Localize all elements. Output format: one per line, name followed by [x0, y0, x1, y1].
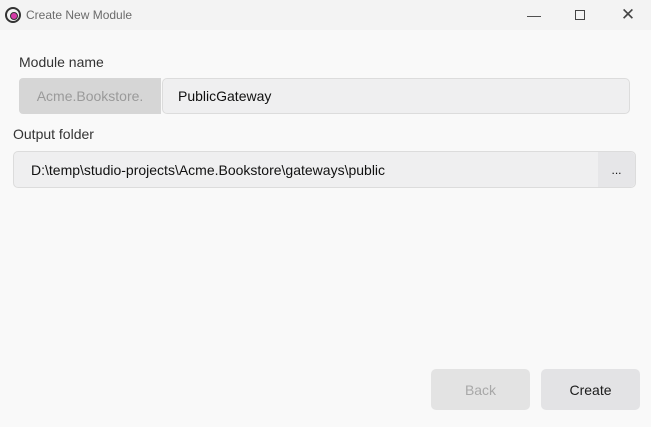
maximize-icon	[575, 10, 585, 20]
window-title: Create New Module	[26, 8, 133, 22]
maximize-button[interactable]	[557, 0, 603, 30]
close-button[interactable]: ✕	[605, 0, 651, 30]
browse-button[interactable]: ...	[598, 152, 635, 187]
back-button[interactable]: Back	[431, 369, 530, 410]
module-name-label: Module name	[19, 54, 104, 70]
module-name-input[interactable]: PublicGateway	[162, 78, 630, 114]
minimize-icon: —	[527, 7, 541, 23]
app-logo-icon	[5, 7, 21, 23]
create-button[interactable]: Create	[541, 369, 640, 410]
module-prefix: Acme.Bookstore.	[19, 78, 161, 114]
title-bar: Create New Module — ✕	[0, 0, 651, 30]
output-folder-value: D:\temp\studio-projects\Acme.Bookstore\g…	[31, 161, 386, 178]
output-folder-input[interactable]: D:\temp\studio-projects\Acme.Bookstore\g…	[13, 151, 636, 188]
close-icon: ✕	[620, 5, 636, 24]
minimize-button[interactable]: —	[511, 0, 557, 30]
module-name-value: PublicGateway	[178, 88, 272, 104]
output-folder-label: Output folder	[13, 126, 94, 142]
